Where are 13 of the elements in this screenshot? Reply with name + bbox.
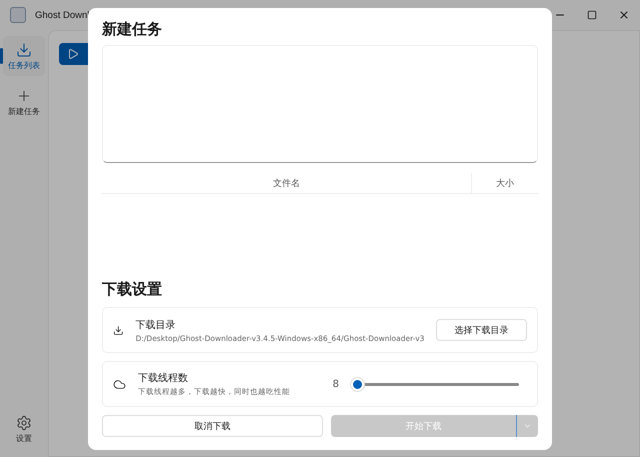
window-title: Ghost Downl [35,10,90,20]
cancel-button[interactable]: 取消下载 [102,415,323,437]
section-title: 下载设置 [102,280,163,299]
choose-folder-button[interactable]: 选择下载目录 [436,319,527,341]
sidebar-item[interactable]: 新建任务 [3,82,45,122]
setting-title: 下载目录 [136,318,177,332]
column-header: 大小 [471,173,538,193]
dialog-title: 新建任务 [102,20,163,39]
column-header: 文件名 [272,178,301,190]
slider-value: 8 [332,378,339,390]
setting-title: 下载线程数 [138,372,189,385]
sidebar-item[interactable]: 任务列表 [3,36,45,76]
sidebar-item[interactable]: 设置 [3,409,45,449]
